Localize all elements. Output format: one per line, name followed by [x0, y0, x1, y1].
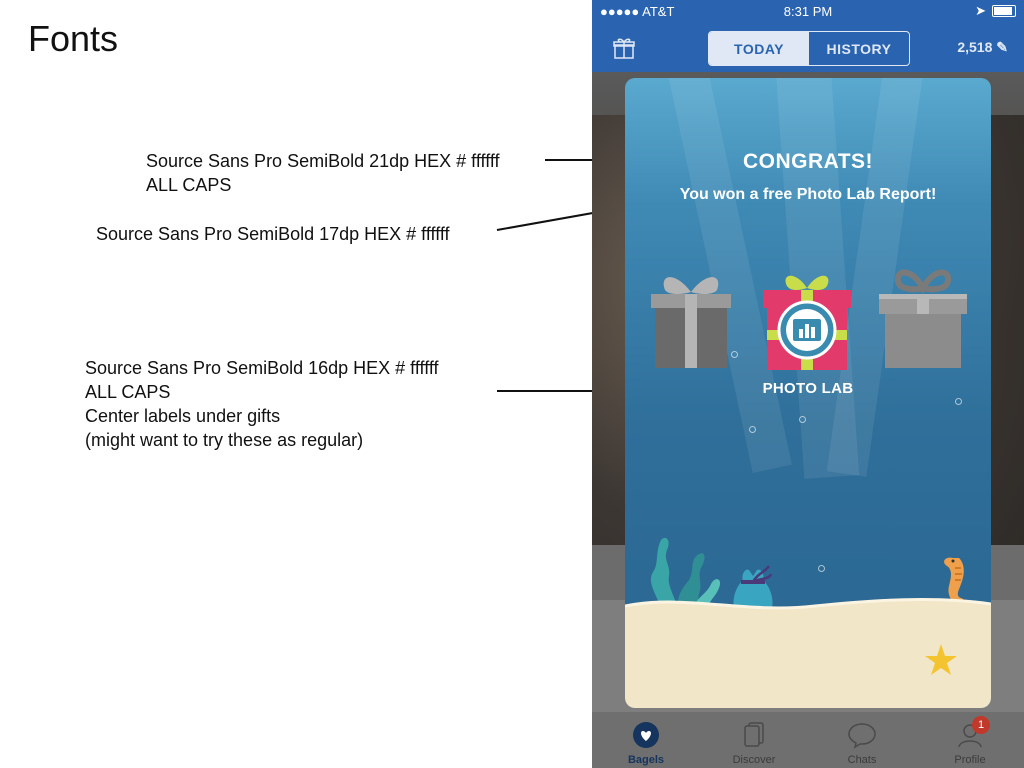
gift-icon[interactable]	[612, 36, 636, 60]
heart-icon	[633, 722, 659, 748]
tab-chats[interactable]: Chats	[808, 712, 916, 768]
tab-today[interactable]: TODAY	[709, 32, 809, 65]
tab-history[interactable]: HISTORY	[809, 32, 909, 65]
points-value: 2,518	[957, 39, 993, 55]
bubble	[749, 426, 756, 433]
tab-profile[interactable]: 1 Profile	[916, 712, 1024, 768]
starfish-icon	[925, 644, 957, 675]
tab-discover[interactable]: Discover	[700, 712, 808, 768]
tab-label-profile: Profile	[954, 754, 986, 766]
segmented-control: TODAY HISTORY	[708, 31, 910, 66]
location-icon: ➤	[975, 3, 986, 18]
tab-label-chats: Chats	[847, 754, 877, 766]
status-time: 8:31 PM	[783, 4, 833, 19]
tab-bagels[interactable]: Bagels	[592, 712, 700, 768]
bubble	[799, 416, 806, 423]
pencil-icon: ✎	[996, 39, 1008, 55]
chat-bubble-icon	[848, 723, 876, 749]
bubble	[955, 398, 962, 405]
modal-title: CONGRATS!	[742, 150, 874, 173]
gift-box-left[interactable]	[645, 266, 737, 370]
bubble	[731, 351, 738, 358]
reward-modal[interactable]: CONGRATS! You won a free Photo Lab Repor…	[625, 78, 991, 708]
top-nav: TODAY HISTORY 2,518 ✎	[592, 24, 1024, 72]
tab-label-bagels: Bagels	[627, 754, 665, 766]
bubble	[818, 565, 825, 572]
battery-icon	[992, 5, 1016, 17]
gift-box-right[interactable]	[877, 264, 969, 370]
notification-badge: 1	[972, 716, 990, 734]
cards-icon	[744, 722, 764, 747]
gift-label: PHOTO LAB	[762, 380, 854, 397]
bottom-tab-bar: Bagels Discover Chats 1 Profile	[592, 712, 1024, 768]
tab-label-discover: Discover	[732, 754, 776, 766]
gift-box-photo-lab[interactable]	[759, 266, 855, 372]
phone-screen: ●●●●● AT&T 8:31 PM ➤ TODAY HISTORY 2,518…	[592, 0, 1024, 768]
points-counter[interactable]: 2,518 ✎	[957, 39, 1008, 56]
status-bar: ●●●●● AT&T 8:31 PM ➤	[592, 0, 1024, 24]
status-icons: ➤	[975, 3, 1016, 19]
modal-subtitle: You won a free Photo Lab Report!	[679, 186, 937, 203]
